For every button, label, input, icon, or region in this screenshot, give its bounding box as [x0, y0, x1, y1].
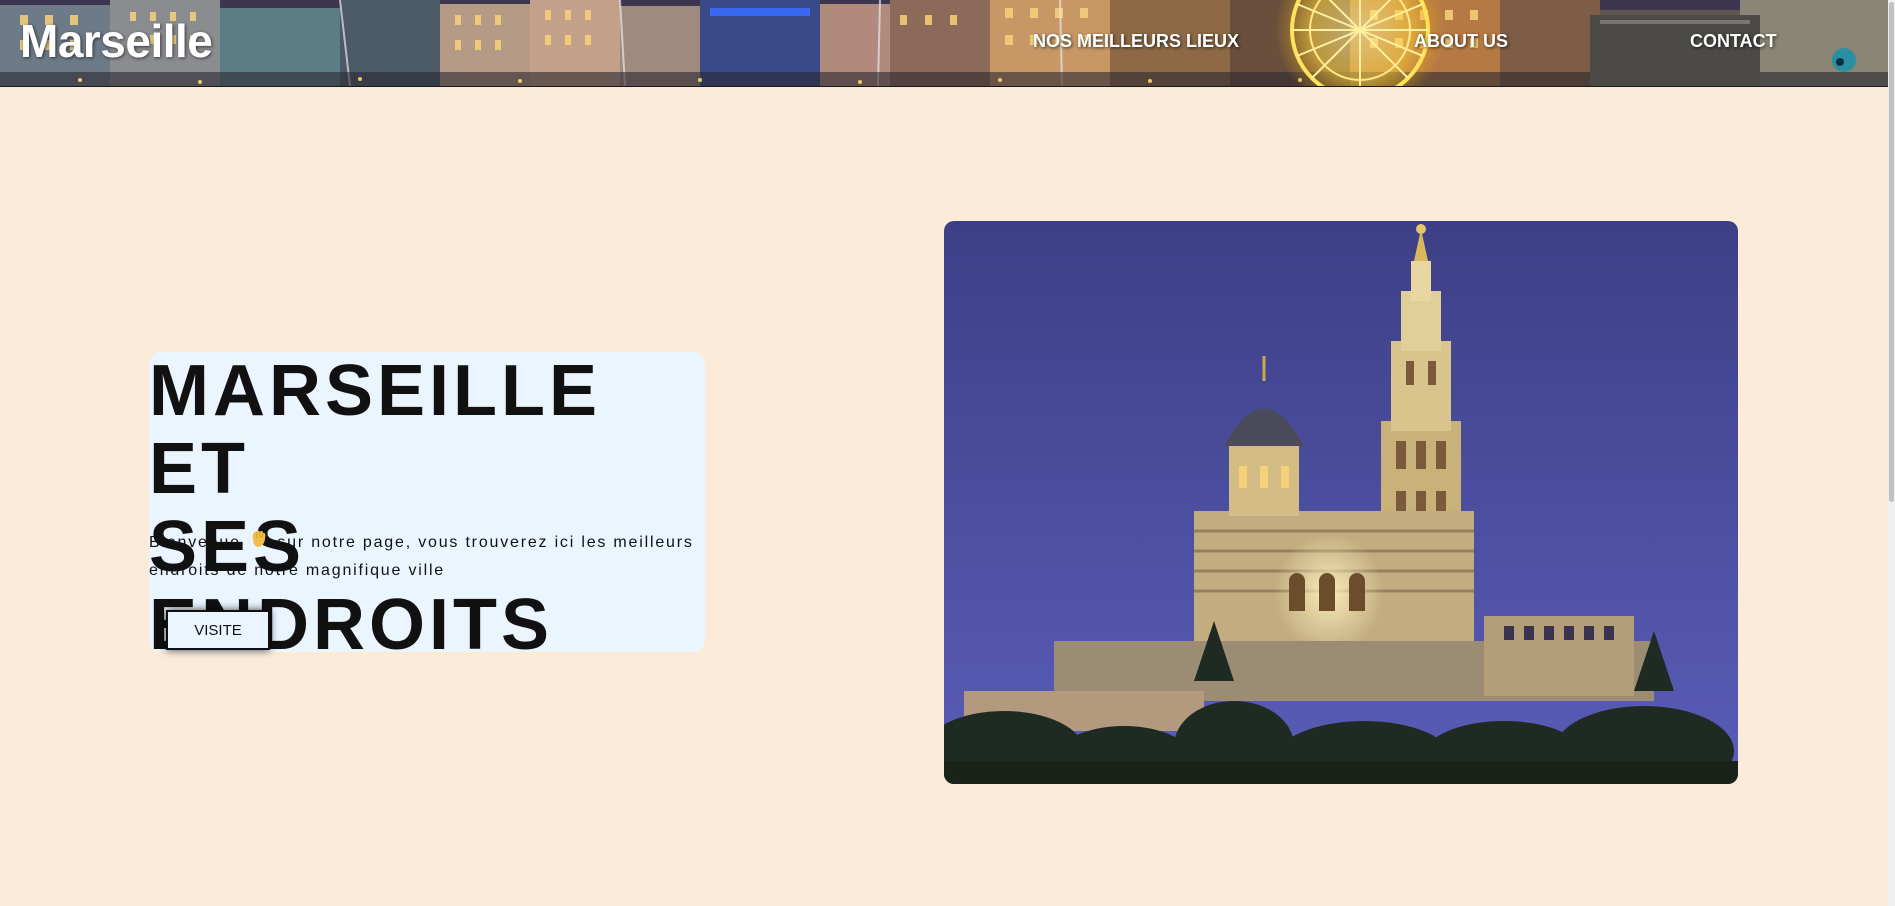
waving-hand-icon	[252, 530, 266, 547]
hero-text-card: MARSEILLE ET SES ENDROITS Bienvenue sur …	[149, 352, 705, 664]
page-scrollbar[interactable]	[1888, 0, 1895, 906]
hero-intro-greeting: Bienvenue	[149, 534, 241, 551]
nav-link-best-places[interactable]: NOS MEILLEURS LIEUX	[1033, 31, 1239, 52]
header-banner: Marseille NOS MEILLEURS LIEUX ABOUT US C…	[0, 0, 1888, 87]
banner-image	[0, 0, 1888, 86]
site-logo[interactable]: Marseille	[20, 14, 213, 68]
nav-link-contact[interactable]: CONTACT	[1690, 31, 1777, 52]
nav-link-about-us[interactable]: ABOUT US	[1414, 31, 1508, 52]
scrollbar-thumb[interactable]	[1889, 2, 1894, 502]
visit-button[interactable]: VISITE	[166, 610, 270, 650]
hero-intro: Bienvenue sur notre page, vous trouverez…	[149, 527, 705, 585]
hero-image-basilica	[944, 221, 1738, 784]
